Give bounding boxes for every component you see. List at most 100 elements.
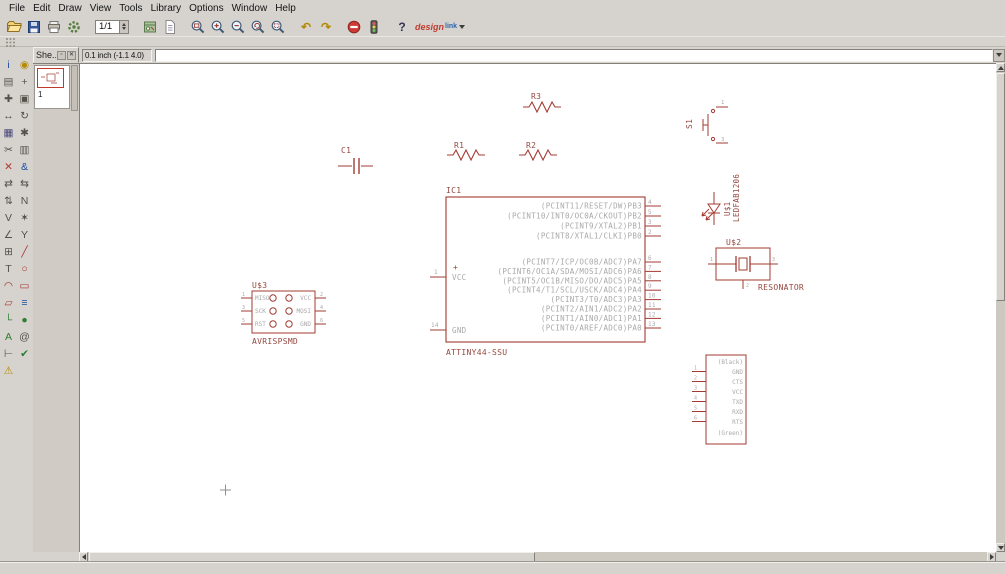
redo-icon[interactable]: ↷ [316, 18, 336, 36]
schematic-canvas[interactable]: R3 R1 R2 C1 S1 1 3 U$1 LEDFAB1206 U$2 RESONATOR 1 2 3… [79, 63, 996, 552]
led-U$1[interactable]: U$1 LEDFAB1206 [701, 174, 741, 225]
ftdi-header[interactable]: (Black) GND 1 CTS 2 VCC 3 TXD 4 RXD 5 RTS 6 (Green) [692, 354, 747, 445]
resistor-R3[interactable]: R3 [523, 92, 561, 114]
menu-draw[interactable]: Draw [54, 1, 85, 16]
menu-help[interactable]: Help [271, 1, 300, 16]
change-icon[interactable]: ✱ [17, 125, 32, 140]
arc-icon[interactable]: ◠ [1, 278, 16, 293]
resistor-R1[interactable]: R1 [447, 141, 485, 162]
pinswap-icon[interactable]: ⇄ [1, 176, 16, 191]
mcu-IC1[interactable]: IC1 ATTINY44-SSU 1 +VCC 14 GND 4 (PCINT11/RESET… [430, 186, 661, 357]
smash-icon[interactable]: ✶ [17, 210, 32, 225]
zoom-redraw-icon[interactable] [248, 18, 268, 36]
toolbar-grip-icon[interactable] [3, 37, 17, 47]
rect-icon[interactable]: ▭ [17, 278, 32, 293]
hscroll-left-icon[interactable] [79, 552, 88, 562]
open-icon[interactable] [4, 18, 24, 36]
name-icon[interactable]: N [17, 193, 32, 208]
net-icon[interactable]: └ [1, 312, 16, 327]
label-icon[interactable]: A [1, 329, 16, 344]
svg-text:2: 2 [694, 376, 697, 382]
switch-S1[interactable]: S1 1 3 [685, 100, 728, 144]
command-input[interactable] [155, 48, 993, 62]
capacitor-C1[interactable]: C1 [338, 146, 373, 174]
resonator-U$2[interactable]: U$2 RESONATOR 1 2 3 [708, 238, 804, 292]
menu-view[interactable]: View [86, 1, 116, 16]
isp-U$3[interactable]: MISO VCC 1 2 SCK MOSI 3 4 RST GND 5 6 U$3 AVRISPSMD [241, 281, 326, 346]
wire-icon[interactable]: ╱ [17, 244, 32, 259]
invoke-icon[interactable]: ⊞ [1, 244, 16, 259]
resistor-R2[interactable]: R2 [519, 141, 557, 162]
erc-icon[interactable]: ✔ [17, 346, 32, 361]
miter-icon[interactable]: ∠ [1, 227, 16, 242]
attribute-icon[interactable]: @ [17, 329, 32, 344]
hscroll-thumb[interactable] [89, 552, 535, 562]
errors-icon[interactable]: ⚠ [1, 363, 16, 378]
circle-icon[interactable]: ○ [17, 261, 32, 276]
mark-icon[interactable]: + [17, 74, 32, 89]
junction-icon[interactable]: ● [17, 312, 32, 327]
menu-edit[interactable]: Edit [29, 1, 54, 16]
svg-text:RST: RST [255, 321, 266, 328]
split-icon[interactable]: Y [17, 227, 32, 242]
design-link-button[interactable]: design link [412, 18, 468, 36]
vscroll-thumb[interactable] [996, 73, 1005, 301]
zoom-fit-icon[interactable] [188, 18, 208, 36]
help-icon[interactable]: ? [392, 18, 412, 36]
scrollbar-corner [996, 552, 1005, 562]
menu-window[interactable]: Window [228, 1, 272, 16]
float-panel-icon[interactable]: ▫ [57, 50, 66, 60]
info-icon[interactable]: i [1, 57, 16, 72]
cut-icon[interactable]: ✂ [1, 142, 16, 157]
command-history-dropdown[interactable] [993, 48, 1005, 62]
polygon-icon[interactable]: ▱ [1, 295, 16, 310]
undo-icon[interactable]: ↶ [296, 18, 316, 36]
paste-icon[interactable]: ▥ [17, 142, 32, 157]
stop-icon[interactable] [344, 18, 364, 36]
delete-icon[interactable]: ✕ [1, 159, 16, 174]
mirror-icon[interactable]: ↔ [1, 108, 16, 123]
vscroll-down-icon[interactable] [996, 543, 1005, 552]
run-script-icon[interactable] [160, 18, 180, 36]
sheets-panel: 1 [33, 63, 79, 552]
group-icon[interactable]: ▦ [1, 125, 16, 140]
menu-file[interactable]: File [5, 1, 29, 16]
close-panel-icon[interactable]: ✕ [67, 50, 76, 60]
show-icon[interactable]: ◉ [17, 57, 32, 72]
status-bar [0, 562, 1005, 574]
print-icon[interactable] [44, 18, 64, 36]
zoom-in-icon[interactable] [208, 18, 228, 36]
sheets-tab[interactable]: She... ▫ ✕ [33, 47, 79, 63]
menu-options[interactable]: Options [185, 1, 227, 16]
zoom-out-icon[interactable] [228, 18, 248, 36]
move-icon[interactable]: ✚ [1, 91, 16, 106]
sheet-selector[interactable]: 1/1 [95, 19, 129, 34]
copy-icon[interactable]: ▣ [17, 91, 32, 106]
sheet-thumbnail[interactable] [37, 68, 64, 88]
add-icon[interactable]: & [17, 159, 32, 174]
board-icon[interactable] [140, 18, 160, 36]
sheets-scrollbar[interactable] [71, 65, 78, 111]
canvas-hscrollbar[interactable] [79, 552, 996, 562]
traffic-light-icon[interactable] [364, 18, 384, 36]
sheet-selector-spinner[interactable] [119, 19, 129, 34]
save-icon[interactable] [24, 18, 44, 36]
gateswap-icon[interactable]: ⇅ [1, 193, 16, 208]
menu-tools[interactable]: Tools [115, 1, 146, 16]
rotate-icon[interactable]: ↻ [17, 108, 32, 123]
text-icon[interactable]: T [1, 261, 16, 276]
cam-icon[interactable] [64, 18, 84, 36]
zoom-select-icon[interactable] [268, 18, 288, 36]
dimension-icon[interactable]: ⊢ [1, 346, 16, 361]
menu-library[interactable]: Library [147, 1, 186, 16]
value-icon[interactable]: V [1, 210, 16, 225]
svg-text:U$2: U$2 [726, 238, 741, 247]
tab-row: She... ▫ ✕ 0.1 inch (-1.1 4.0) [33, 47, 1005, 63]
canvas-vscrollbar[interactable] [996, 63, 1005, 552]
cursor-crosshair[interactable] [220, 484, 231, 496]
hscroll-right-icon[interactable] [987, 552, 996, 562]
bus-icon[interactable]: ≡ [17, 295, 32, 310]
replace-icon[interactable]: ⇆ [17, 176, 32, 191]
vscroll-up-icon[interactable] [996, 63, 1005, 72]
display-icon[interactable]: ▤ [1, 74, 16, 89]
